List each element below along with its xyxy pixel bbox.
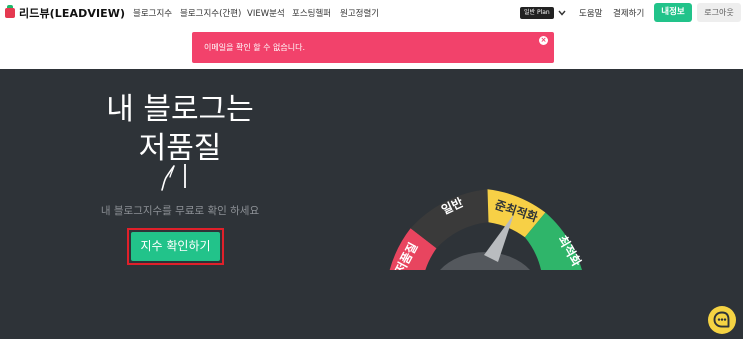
top-navbar: 리드뷰(LEADVIEW) 블로그지수 블로그지수(간편) VIEW분석 포스팅…	[0, 0, 743, 26]
help-link[interactable]: 도움말	[579, 7, 602, 19]
nav-item-view-analysis[interactable]: VIEW분석	[247, 7, 285, 19]
alert-message: 이메일을 확인 할 수 없습니다.	[204, 43, 306, 52]
brand-logo-icon	[5, 5, 15, 18]
logout-button[interactable]: 로그아웃	[697, 3, 741, 22]
nav-item-blog-index-simple[interactable]: 블로그지수(간편)	[180, 7, 241, 19]
chevron-down-icon[interactable]	[557, 8, 567, 18]
nav-item-posting-helper[interactable]: 포스팅헬퍼	[292, 7, 331, 19]
my-info-button[interactable]: 내정보	[654, 3, 692, 22]
brand-name: 리드뷰(LEADVIEW)	[19, 7, 126, 20]
brand-logo[interactable]: 리드뷰(LEADVIEW)	[5, 5, 125, 21]
hero-title-line1: 내 블로그는	[106, 92, 254, 127]
error-alert: 이메일을 확인 할 수 없습니다. ×	[192, 32, 554, 63]
quality-gauge: 저품질 일반 준최적화 최적화	[389, 189, 585, 270]
typing-cursor-icon	[161, 164, 186, 191]
check-index-button[interactable]: 지수 확인하기	[131, 232, 220, 261]
payment-link[interactable]: 결제하기	[613, 7, 644, 19]
plan-badge[interactable]: 일반 Plan	[520, 7, 554, 19]
chat-icon	[713, 311, 730, 328]
nav-item-blog-index[interactable]: 블로그지수	[133, 7, 172, 19]
chat-button[interactable]	[708, 306, 736, 334]
hero-subtitle: 내 블로그지수를 무료로 확인 하세요	[100, 205, 260, 217]
nav-item-manuscript-sorter[interactable]: 원고정렬기	[340, 7, 379, 19]
close-icon[interactable]: ×	[539, 36, 548, 45]
